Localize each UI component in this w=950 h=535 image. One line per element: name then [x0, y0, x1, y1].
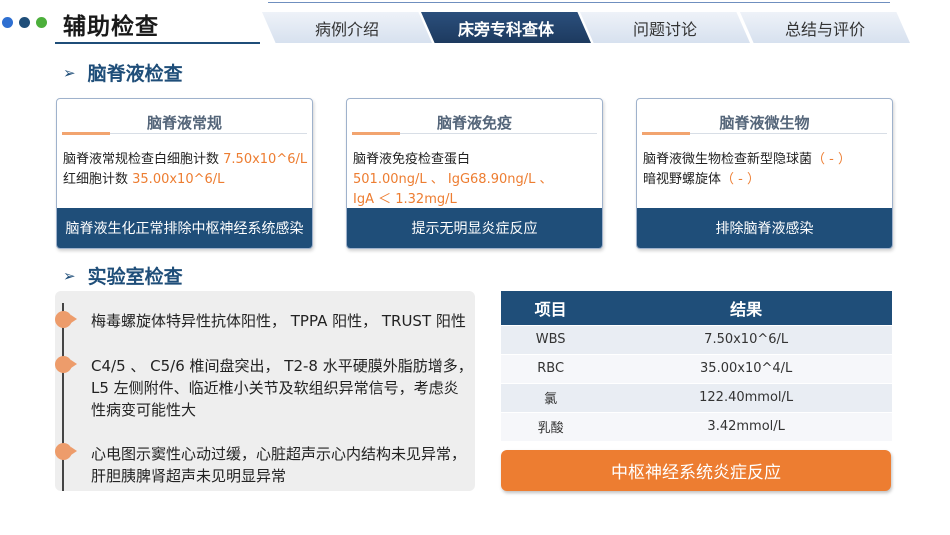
card-title: 脑脊液微生物	[719, 114, 810, 132]
decor-dots	[2, 17, 47, 28]
page-title: 辅助检查	[63, 14, 159, 40]
tab-case-intro[interactable]: 病例介绍	[262, 12, 432, 43]
table-cell: 7.50x10^6/L	[600, 324, 892, 354]
table-row: 乳酸 3.42mmol/L	[501, 411, 892, 441]
highlighted-value: 35.00x10^6/L	[132, 172, 225, 187]
arrow-icon: ➢	[63, 63, 76, 82]
card-text: 脑脊液微生物检查新型隐球菌	[643, 152, 813, 167]
column-header-item: 项目	[501, 291, 601, 325]
title-underline	[55, 42, 260, 44]
card-text: 红细胞计数	[63, 172, 133, 187]
card-title: 脑脊液免疫	[436, 114, 512, 132]
tab-summary[interactable]: 总结与评价	[740, 12, 910, 43]
table-cell: WBS	[501, 324, 601, 354]
table-header-row: 项目 结果	[501, 291, 892, 325]
table-cell: RBC	[501, 353, 601, 383]
card-accent	[62, 132, 110, 135]
csf-heading-text: 脑脊液检查	[87, 63, 183, 85]
card-text: 脑脊液常规检查白细胞计数	[63, 152, 224, 167]
table-cell: 氯	[501, 382, 601, 412]
card-footer: 排除脑脊液感染	[637, 208, 892, 248]
bullet-icon	[55, 356, 77, 373]
card-line: 暗视野螺旋体（ - ）	[643, 170, 888, 190]
column-header-result: 结果	[600, 291, 892, 325]
tab-bedside-exam[interactable]: 床旁专科查体	[421, 12, 591, 43]
dot-navy	[19, 17, 30, 28]
csf-card-immune: 脑脊液免疫 脑脊液免疫检查蛋白 501.00ng/L 、 IgG68.90ng/L…	[346, 98, 603, 249]
card-accent	[352, 132, 400, 135]
conclusion-button[interactable]: 中枢神经系统炎症反应	[501, 450, 891, 491]
card-text: 暗视野螺旋体	[643, 172, 722, 187]
table-row: WBS 7.50x10^6/L	[501, 324, 892, 354]
card-text: 脑脊液免疫检查蛋白	[353, 152, 471, 167]
table-cell: 乳酸	[501, 411, 601, 441]
lab-item: 心电图示窦性心动过缓，心脏超声示心内结构未见异常，肝胆胰脾肾超声未见明显异常	[91, 445, 467, 485]
card-body: 脑脊液免疫检查蛋白 501.00ng/L 、 IgG68.90ng/L 、 IgA …	[353, 150, 598, 210]
highlighted-value: （ - ）	[812, 152, 851, 167]
csf-card-microbe: 脑脊液微生物 脑脊液微生物检查新型隐球菌（ - ）暗视野螺旋体（ - ） 排除脑…	[636, 98, 893, 249]
csf-section-heading: ➢ 脑脊液检查	[63, 59, 183, 86]
top-rule	[268, 2, 890, 3]
table-row: 氯 122.40mmol/L	[501, 382, 892, 412]
card-accent	[642, 132, 690, 135]
card-footer: 提示无明显炎症反应	[347, 208, 602, 248]
table-cell: 35.00x10^4/L	[600, 353, 892, 383]
table-cell: 3.42mmol/L	[600, 411, 892, 441]
dot-green	[36, 17, 47, 28]
card-footer: 脑脊液生化正常排除中枢神经系统感染	[57, 208, 312, 248]
tab-discussion[interactable]: 问题讨论	[580, 12, 750, 43]
lab-item: 梅毒螺旋体特异性抗体阳性， TPPA 阳性， TRUST 阳性	[91, 312, 466, 330]
card-line: 脑脊液常规检查白细胞计数 7.50x10^6/L	[63, 150, 308, 170]
table-row: RBC 35.00x10^4/L	[501, 353, 892, 383]
card-title: 脑脊液常规	[146, 114, 222, 132]
timeline-line	[62, 303, 64, 491]
card-body: 脑脊液微生物检查新型隐球菌（ - ）暗视野螺旋体（ - ）	[643, 150, 888, 190]
lab-heading-text: 实验室检查	[87, 266, 183, 288]
dot-blue	[2, 17, 13, 28]
card-body: 脑脊液常规检查白细胞计数 7.50x10^6/L 红细胞计数 35.00x10^6…	[63, 150, 308, 190]
bullet-icon	[55, 443, 77, 460]
card-line: 红细胞计数 35.00x10^6/L	[63, 170, 308, 190]
highlighted-value: 7.50x10^6/L	[223, 152, 308, 167]
card-line: 脑脊液微生物检查新型隐球菌（ - ）	[643, 150, 888, 170]
lab-results-table: 项目 结果 WBS 7.50x10^6/L RBC 35.00x10^4/L 氯…	[501, 291, 892, 441]
bullet-icon	[55, 311, 77, 328]
lab-section-heading: ➢ 实验室检查	[63, 262, 183, 289]
table-cell: 122.40mmol/L	[600, 382, 892, 412]
tab-bar: 病例介绍 床旁专科查体 问题讨论 总结与评价	[262, 12, 912, 44]
card-line: IgA ＜ 1.32mg/L	[353, 190, 598, 210]
highlighted-value: （ - ）	[721, 172, 760, 187]
csf-card-routine: 脑脊液常规 脑脊液常规检查白细胞计数 7.50x10^6/L 红细胞计数 35.0…	[56, 98, 313, 249]
highlighted-value: 501.00ng/L 、 IgG68.90ng/L 、	[353, 172, 553, 187]
highlighted-value: IgA ＜ 1.32mg/L	[353, 192, 457, 207]
lab-item: C4/5 、 C5/6 椎间盘突出， T2-8 水平硬膜外脂肪增多，L5 左侧附…	[91, 357, 473, 419]
arrow-icon: ➢	[63, 266, 76, 285]
card-line: 501.00ng/L 、 IgG68.90ng/L 、	[353, 170, 598, 190]
card-line: 脑脊液免疫检查蛋白	[353, 150, 598, 170]
